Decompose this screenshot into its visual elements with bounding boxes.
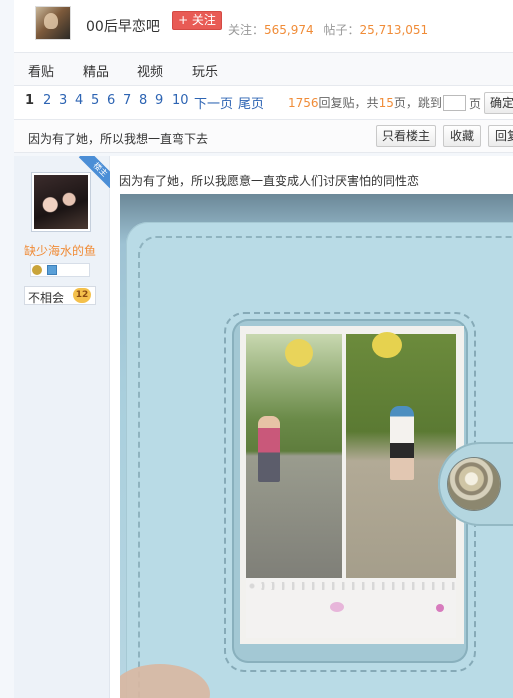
tab-videos[interactable]: 视频 <box>137 61 163 80</box>
follow-count-label: 关注： <box>228 23 265 37</box>
level-badge: 12 <box>73 288 91 303</box>
user-avatar[interactable] <box>31 172 91 232</box>
avatar-image <box>34 175 88 229</box>
reply-label: 回复贴，共 <box>318 96 379 110</box>
forum-avatar[interactable] <box>35 6 71 40</box>
wallet-snap-button <box>448 458 500 510</box>
post-content-text: 因为有了她，所以我愿意一直变成人们讨厌害怕的同性恋 <box>119 174 420 188</box>
jump-go-button[interactable]: 确定 <box>484 92 513 114</box>
pagination: 1 2 3 4 5 6 7 8 9 10 下一页 尾页 1756回复贴，共15页… <box>14 86 513 120</box>
page-unit-label: 页 <box>469 97 482 111</box>
jump-label: 页，跳到 <box>393 96 442 110</box>
reply-count: 1756 <box>288 96 319 110</box>
thread-title: 因为有了她，所以我想一直弯下去 <box>28 132 209 146</box>
page-link-9[interactable]: 9 <box>155 93 163 108</box>
user-level[interactable]: 不相会 12 <box>24 286 96 305</box>
reply-button[interactable]: 回复 <box>488 125 513 147</box>
page-link-10[interactable]: 10 <box>172 93 189 108</box>
jump-page-input[interactable] <box>443 95 466 111</box>
last-page-link[interactable]: 尾页 <box>238 93 264 112</box>
next-page-link[interactable]: 下一页 <box>194 93 233 112</box>
only-author-button[interactable]: 只看楼主 <box>376 125 436 147</box>
username[interactable]: 缺少海水的鱼 <box>24 242 96 259</box>
tab-featured[interactable]: 精品 <box>83 61 109 80</box>
author-sidebar: 楼主 缺少海水的鱼 不相会 12 <box>14 156 110 698</box>
forum-header: 00后早恋吧 + 关注 关注：565,974 帖子：25,713,051 <box>14 0 513 52</box>
reply-summary: 1756回复贴，共15页，跳到 <box>288 94 442 111</box>
medal-icon[interactable] <box>32 265 42 275</box>
page-link-3[interactable]: 3 <box>59 93 67 108</box>
page-link-4[interactable]: 4 <box>75 93 83 108</box>
forum-tabs: 看贴 精品 视频 玩乐 <box>14 52 513 86</box>
follow-count: 565,974 <box>264 23 314 37</box>
post-count: 25,713,051 <box>359 23 429 37</box>
page-link-7[interactable]: 7 <box>123 93 131 108</box>
thread-title-bar: 因为有了她，所以我想一直弯下去 只看楼主 收藏 回复 <box>14 120 513 153</box>
total-pages: 15 <box>378 96 394 110</box>
page-link-2[interactable]: 2 <box>43 93 51 108</box>
member-icon[interactable] <box>47 265 57 275</box>
follow-button[interactable]: + 关注 <box>172 11 222 30</box>
forum-stats: 关注：565,974 帖子：25,713,051 <box>228 21 428 38</box>
post-count-label: 帖子： <box>323 23 360 37</box>
page-link-1: 1 <box>25 93 35 108</box>
forum-name[interactable]: 00后早恋吧 <box>86 16 160 36</box>
post: 楼主 缺少海水的鱼 不相会 12 因为有了她，所以我愿意一直变成人们讨厌害怕的同… <box>14 156 513 698</box>
page-link-8[interactable]: 8 <box>139 93 147 108</box>
post-photo[interactable] <box>120 194 513 698</box>
tab-fun[interactable]: 玩乐 <box>192 61 218 80</box>
favorite-button[interactable]: 收藏 <box>443 125 481 147</box>
tab-posts[interactable]: 看贴 <box>28 61 54 80</box>
page-link-5[interactable]: 5 <box>91 93 99 108</box>
page-link-6[interactable]: 6 <box>107 93 115 108</box>
user-badges <box>30 263 90 277</box>
relation-label: 不相会 <box>28 291 65 305</box>
